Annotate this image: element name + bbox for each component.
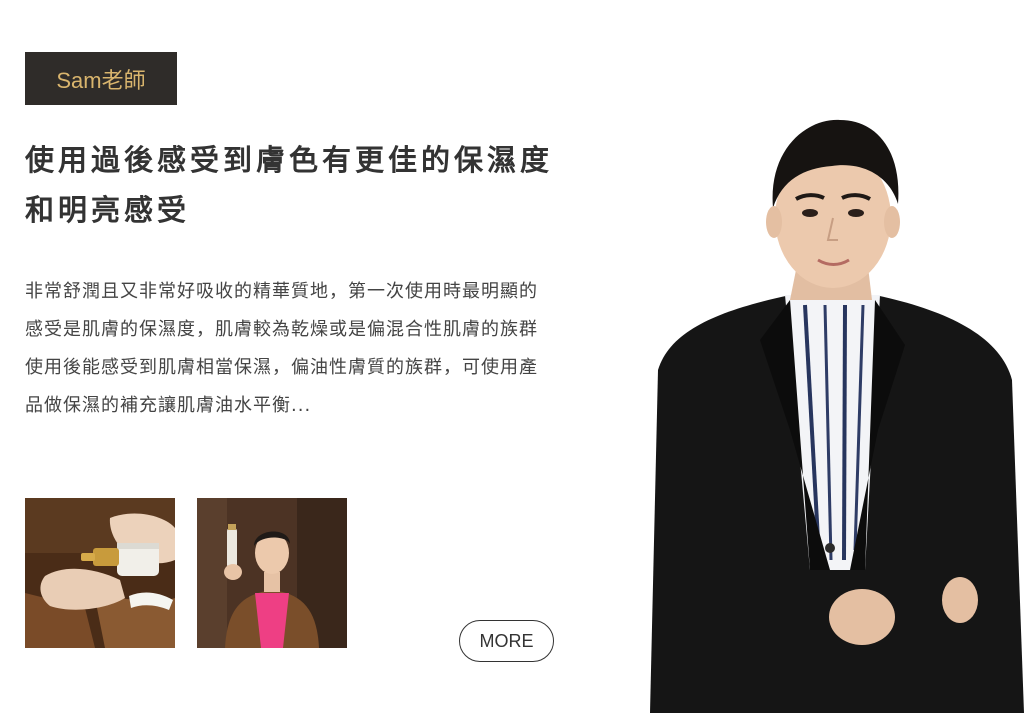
- man-holding-product-photo: [197, 498, 347, 648]
- review-body: 非常舒潤且又非常好吸收的精華質地，第一次使用時最明顯的感受是肌膚的保濕度，肌膚較…: [25, 281, 538, 416]
- reviewer-name-tag: Sam老師: [25, 52, 177, 105]
- hands-serum-photo: [25, 498, 175, 648]
- reviewer-portrait-illustration: [650, 119, 1024, 713]
- reviewer-name: Sam老師: [56, 67, 146, 93]
- thumbnail-applying-serum[interactable]: [25, 498, 175, 648]
- review-title: 使用過後感受到膚色有更佳的保濕度和明亮感受: [25, 143, 554, 227]
- more-button[interactable]: MORE: [459, 620, 554, 662]
- reviewer-portrait: [640, 100, 1024, 713]
- review-card: Sam老師 使用過後感受到膚色有更佳的保濕度和明亮感受 非常舒潤且又非常好吸收的…: [0, 0, 1024, 713]
- thumbnail-holding-product[interactable]: [197, 498, 347, 648]
